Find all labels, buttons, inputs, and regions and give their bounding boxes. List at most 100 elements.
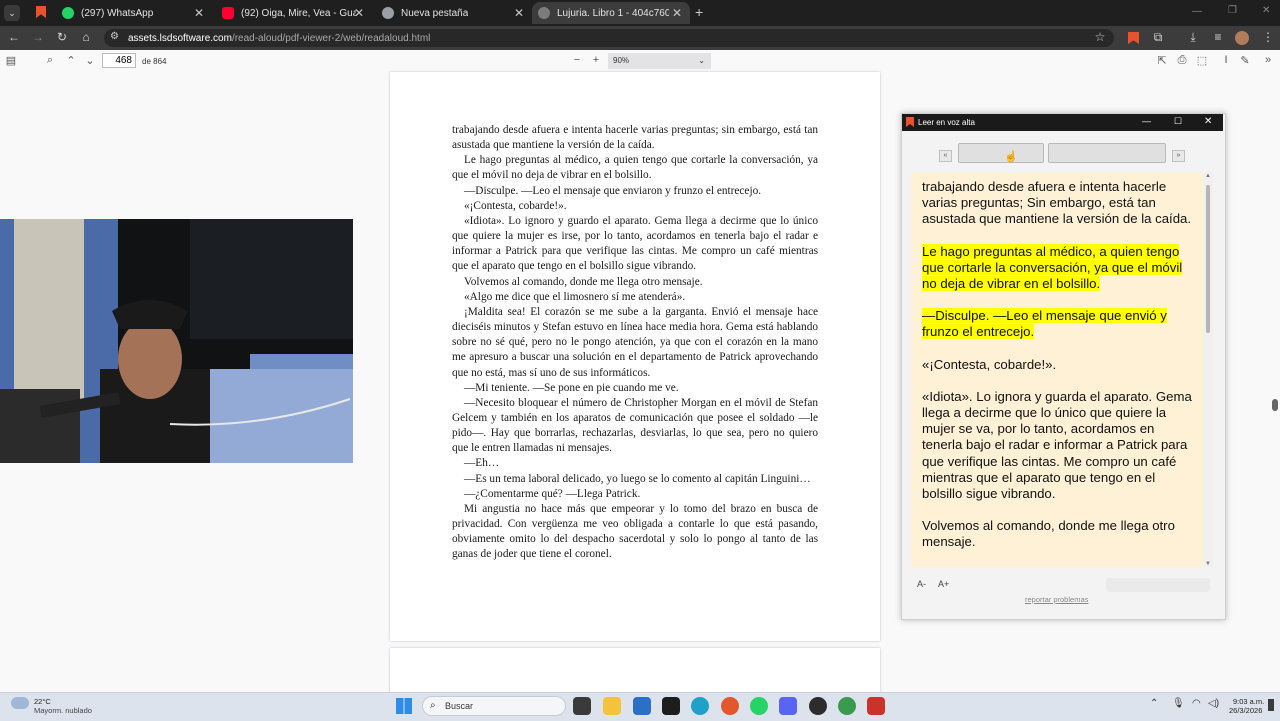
url-path: /read-aloud/pdf-viewer-2/web/readaloud.h… <box>231 32 431 44</box>
maximize-icon[interactable]: ❐ <box>1228 5 1237 16</box>
close-icon[interactable]: ✕ <box>672 6 682 20</box>
scrollbar-thumb[interactable] <box>1206 185 1210 333</box>
page-number-input[interactable]: 468 <box>102 53 136 68</box>
weather-icon[interactable] <box>11 697 29 709</box>
new-tab-button[interactable]: + <box>695 4 703 20</box>
more-tools-icon[interactable]: » <box>1261 54 1275 66</box>
read-aloud-app-icon <box>906 117 914 127</box>
page-paragraph: «Idiota». Lo ignoro y guardo el aparato.… <box>452 214 818 273</box>
page-paragraph: —Es un tema laboral delicado, yo luego s… <box>464 472 811 485</box>
read-aloud-titlebar: Leer en voz alta — ☐ ✕ <box>902 114 1223 131</box>
notification-icon[interactable] <box>1268 699 1274 711</box>
text-select-icon[interactable]: I <box>1219 54 1233 66</box>
tab-youtube[interactable]: (92) Oiga, Mire, Vea - Guayacán ✕ <box>216 2 372 24</box>
font-size-bar <box>1106 578 1210 592</box>
task-view-icon[interactable] <box>573 697 591 715</box>
page-paragraph: —Mi teniente. —Se pone en pie cuando me … <box>464 381 679 394</box>
capcut-icon[interactable] <box>662 697 680 715</box>
file-explorer-icon[interactable] <box>603 697 621 715</box>
read-aloud-app-icon[interactable] <box>867 697 885 715</box>
sidebar-toggle-icon[interactable]: ▤ <box>4 54 18 67</box>
home-icon[interactable]: ⌂ <box>78 30 94 44</box>
scrollbar-thumb[interactable] <box>1272 399 1278 411</box>
weather-temperature: 22°C <box>34 697 51 706</box>
report-problems-link[interactable]: reportar problemas <box>1025 595 1088 604</box>
stop-button[interactable] <box>1048 143 1166 163</box>
draw-icon[interactable]: ✎ <box>1238 54 1252 67</box>
tab-new-tab[interactable]: Nueva pestaña ✕ <box>376 2 532 24</box>
close-window-icon[interactable]: ✕ <box>1262 5 1270 16</box>
download-icon[interactable]: ⤓ <box>1185 30 1201 45</box>
menu-icon[interactable]: ⋮ <box>1260 30 1276 44</box>
store-icon[interactable] <box>633 697 651 715</box>
clock-time[interactable]: 9:03 a.m. <box>1233 697 1264 706</box>
discord-icon[interactable] <box>779 697 797 715</box>
back-icon[interactable]: ← <box>6 30 22 44</box>
taskbar-search[interactable]: ⌕ Buscar <box>422 696 566 716</box>
read-aloud-paragraph: «Idiota». Lo ignora y guarda el aparato.… <box>922 389 1192 502</box>
forward-icon[interactable]: → <box>30 30 46 44</box>
paragraph-text: Le hago preguntas al médico, a quien ten… <box>922 243 1183 292</box>
page-paragraph: —Necesito bloquear el número de Christop… <box>452 396 818 455</box>
youtube-icon <box>222 7 234 19</box>
rewind-button[interactable]: « <box>939 150 952 162</box>
highlighted-paragraph: —Disculpe. —Leo el mensaje que envió y f… <box>922 308 1192 340</box>
scrollbar-up-icon[interactable]: ▲ <box>1205 173 1211 179</box>
edge-icon[interactable] <box>691 697 709 715</box>
reload-icon[interactable]: ↻ <box>54 30 70 44</box>
zoom-out-icon[interactable]: − <box>570 54 584 66</box>
font-smaller-button[interactable]: A- <box>917 579 926 589</box>
maximize-icon[interactable]: ☐ <box>1174 116 1182 127</box>
previous-page-icon[interactable]: ⌃ <box>64 54 78 67</box>
page-paragraph: trabajando desde afuera e intenta hacerl… <box>452 124 818 152</box>
zoom-in-icon[interactable]: + <box>589 54 603 66</box>
read-aloud-paragraph: Volvemos al comando, donde me llega otro… <box>922 518 1192 550</box>
windows-start-icon[interactable] <box>396 698 412 714</box>
close-icon[interactable]: ✕ <box>1204 116 1212 127</box>
volume-icon[interactable]: ◁) <box>1208 698 1219 709</box>
site-info-icon[interactable]: ⚙ <box>110 31 119 42</box>
read-aloud-scrollbar[interactable]: ▲ ▼ <box>1203 173 1213 567</box>
tab-lujuria[interactable]: Lujuria. Libro 1 - 404c7602-dae ✕ <box>532 2 690 24</box>
whatsapp-icon[interactable] <box>750 697 768 715</box>
tray-overflow-icon[interactable]: ⌃ <box>1150 698 1158 709</box>
app-icon[interactable] <box>721 697 739 715</box>
tab-label: Nueva pestaña <box>401 7 469 19</box>
next-page-icon[interactable]: ⌄ <box>83 54 97 67</box>
minimize-icon[interactable]: — <box>1142 116 1151 126</box>
address-bar[interactable]: assets.lsdsoftware.com/read-aloud/pdf-vi… <box>104 29 1114 47</box>
tab-label: Lujuria. Libro 1 - 404c7602-dae <box>557 7 669 19</box>
media-icon[interactable]: ≡ <box>1210 30 1226 44</box>
highlighted-paragraph: Le hago preguntas al médico, a quien ten… <box>922 243 1192 293</box>
close-icon[interactable]: ✕ <box>194 6 204 20</box>
page-scrollbar[interactable] <box>1270 72 1280 692</box>
page-paragraph: «Algo me dice que el limosnero sí me ate… <box>464 290 686 303</box>
font-larger-button[interactable]: A+ <box>938 579 949 589</box>
tab-search-button[interactable]: ⌄ <box>4 5 20 21</box>
print-icon[interactable]: ⎙ <box>1175 54 1189 67</box>
scrollbar-down-icon[interactable]: ▼ <box>1205 561 1211 567</box>
tab-whatsapp[interactable]: (297) WhatsApp ✕ <box>56 2 212 24</box>
chrome-icon[interactable] <box>838 697 856 715</box>
avatar[interactable] <box>1235 31 1249 45</box>
tab-label: (92) Oiga, Mire, Vea - Guayacán <box>241 7 356 19</box>
clock-date[interactable]: 26/3/2026 <box>1229 706 1262 715</box>
forward-button[interactable]: » <box>1172 150 1185 162</box>
network-icon[interactable]: ◠ <box>1192 698 1201 709</box>
extensions-icon[interactable]: ⧉ <box>1150 30 1166 45</box>
star-icon[interactable]: ☆ <box>1092 30 1108 44</box>
search-icon[interactable]: ⌕ <box>43 54 57 67</box>
search-icon: ⌕ <box>430 700 436 711</box>
play-pause-button[interactable] <box>958 143 1044 163</box>
url-host: assets.lsdsoftware.com <box>128 32 232 44</box>
paragraph-text: «¡Contesta, cobarde!». <box>922 356 1057 372</box>
zoom-select[interactable]: 90% ⌄ <box>608 53 711 69</box>
cursor-hand-icon: ☝ <box>1004 151 1018 163</box>
open-icon[interactable]: ⇱ <box>1155 54 1169 67</box>
obs-icon[interactable] <box>809 697 827 715</box>
close-icon[interactable]: ✕ <box>514 6 524 20</box>
minimize-icon[interactable]: — <box>1192 6 1202 17</box>
microphone-icon[interactable]: 🎙︎ <box>1172 698 1185 709</box>
save-icon[interactable]: ⬚ <box>1195 54 1209 67</box>
close-icon[interactable]: ✕ <box>354 6 364 20</box>
